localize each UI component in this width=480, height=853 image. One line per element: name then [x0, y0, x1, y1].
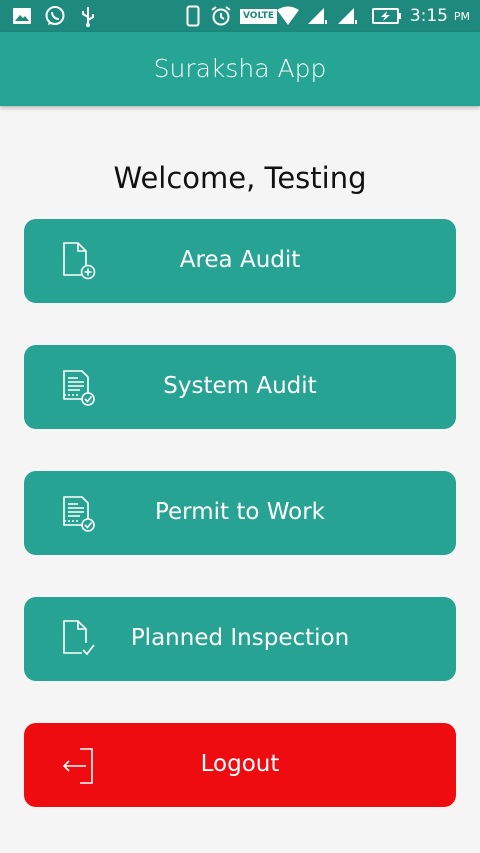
gallery-icon — [12, 6, 32, 26]
permit-to-work-button[interactable]: Permit to Work — [24, 471, 456, 555]
permit-to-work-label: Permit to Work — [154, 499, 326, 525]
alarm-icon — [210, 6, 232, 26]
volte-icon: VOLTE — [240, 6, 277, 26]
signal-1-icon — [306, 6, 328, 26]
planned-inspection-button[interactable]: Planned Inspection — [24, 597, 456, 681]
signal-2-icon — [336, 6, 360, 26]
logout-button[interactable]: Logout — [24, 723, 456, 807]
app-title: Suraksha App — [153, 54, 327, 83]
whatsapp-icon — [44, 6, 66, 26]
status-time: 3:15 — [409, 6, 448, 26]
system-audit-label: System Audit — [163, 373, 317, 399]
status-bar: VOLTE 3:15 PM — [0, 0, 480, 32]
app-bar: Suraksha App — [0, 32, 480, 106]
battery-charging-icon — [372, 6, 402, 26]
welcome-heading: Welcome, Testing — [113, 161, 367, 195]
logout-label: Logout — [200, 751, 280, 777]
wifi-icon — [276, 6, 300, 26]
usb-icon — [80, 6, 96, 27]
area-audit-label: Area Audit — [179, 247, 301, 273]
volte-label: VOLTE — [240, 8, 277, 24]
system-audit-button[interactable]: System Audit — [24, 345, 456, 429]
phone-vibrate-icon — [186, 5, 200, 27]
status-ampm: PM — [453, 10, 470, 23]
area-audit-button[interactable]: Area Audit — [24, 219, 456, 303]
planned-inspection-label: Planned Inspection — [130, 625, 350, 651]
